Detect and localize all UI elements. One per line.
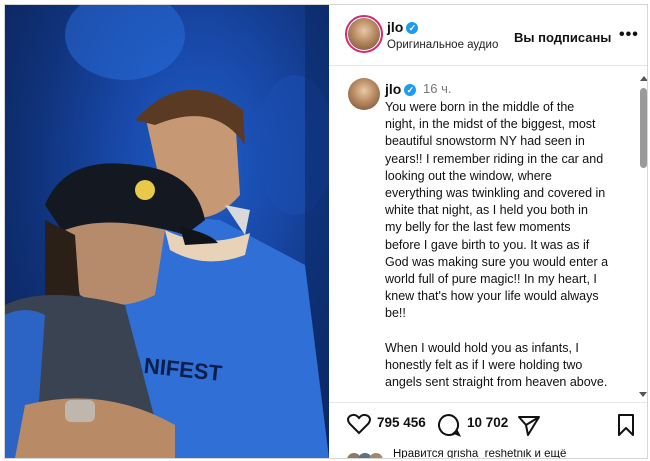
caption-area: jlo ✓ 16 ч. You were born in the middle o… — [329, 66, 647, 402]
avatar[interactable] — [348, 18, 380, 50]
post-timestamp: 16 ч. — [423, 81, 452, 96]
like-heart-icon[interactable] — [347, 413, 371, 435]
post-modal: MANIFEST jlo ✓ Оригинальное аудио Вы подп… — [4, 4, 648, 459]
header-username-text[interactable]: jlo — [387, 19, 403, 35]
action-bar: 795 456 10 702 Нравится grisha_reshetnik… — [329, 402, 647, 458]
post-media-photo[interactable]: MANIFEST — [5, 5, 329, 458]
scroll-up-arrow-icon[interactable] — [640, 76, 647, 81]
scrollbar-thumb[interactable] — [640, 88, 647, 168]
caption-text: You were born in the middle of the night… — [385, 100, 609, 390]
likes-count: 795 456 — [377, 415, 426, 430]
more-options-icon[interactable]: ••• — [619, 26, 639, 44]
post-details-panel: jlo ✓ Оригинальное аудио Вы подписаны •••… — [329, 5, 647, 458]
header-username[interactable]: jlo ✓ — [387, 19, 419, 35]
following-status-button[interactable]: Вы подписаны — [514, 30, 611, 45]
comment-bubble-icon[interactable] — [437, 413, 461, 437]
concert-photo-illustration: MANIFEST — [5, 5, 329, 458]
comments-count: 10 702 — [467, 415, 509, 430]
share-paper-plane-icon[interactable] — [517, 413, 541, 437]
caption-avatar[interactable] — [348, 78, 380, 110]
liked-by-text[interactable]: Нравится grisha_reshetnik и ещё — [393, 449, 643, 458]
post-header: jlo ✓ Оригинальное аудио Вы подписаны ••• — [329, 5, 647, 66]
save-bookmark-icon[interactable] — [617, 413, 635, 437]
verified-badge-icon: ✓ — [406, 22, 419, 34]
original-audio-link[interactable]: Оригинальное аудио — [387, 39, 498, 51]
liked-by-avatars — [347, 449, 387, 458]
caption-username[interactable]: jlo ✓ — [385, 81, 417, 97]
scroll-down-arrow-icon[interactable] — [639, 392, 647, 397]
caption-username-text[interactable]: jlo — [385, 81, 401, 97]
verified-badge-icon: ✓ — [404, 84, 417, 96]
